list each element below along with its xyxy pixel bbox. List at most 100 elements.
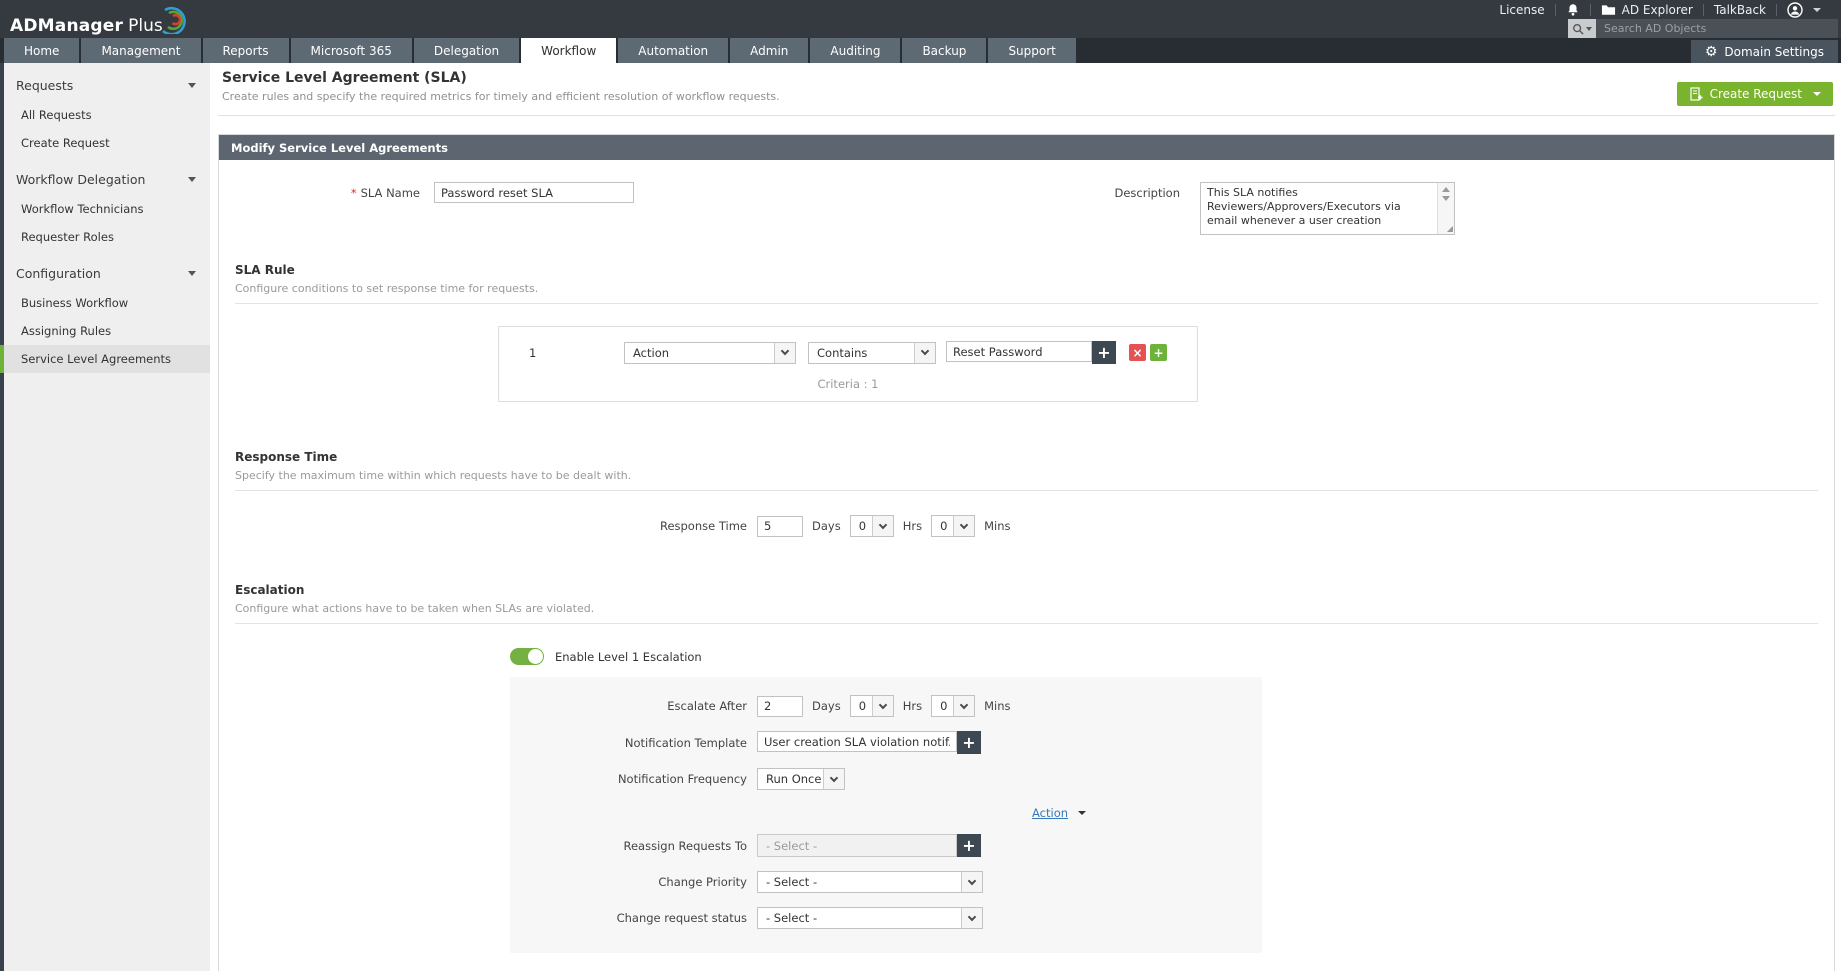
create-request-label: Create Request	[1709, 87, 1802, 101]
response-time-label: Response Time	[659, 519, 747, 533]
criteria-value-picker-button[interactable]: +	[1092, 341, 1116, 364]
description-group: Description This SLA notifies Reviewers/…	[1110, 182, 1455, 235]
escalate-hrs-select[interactable]: 0	[849, 695, 894, 717]
change-priority-select[interactable]: - Select -	[757, 871, 983, 893]
gear-icon: ⚙	[1704, 43, 1718, 60]
sidebar-item-requester-roles[interactable]: Requester Roles	[0, 223, 210, 251]
sidebar-item-service-level-agreements[interactable]: Service Level Agreements	[0, 345, 210, 373]
days-unit-label: Days	[812, 699, 841, 713]
document-plus-icon	[1689, 87, 1703, 101]
sidebar-group-requests[interactable]: Requests	[0, 63, 210, 101]
change-priority-value: - Select -	[766, 875, 818, 889]
response-mins-select[interactable]: 0	[931, 515, 976, 537]
criteria-value-input[interactable]	[946, 341, 1092, 362]
chevron-down-icon	[1078, 811, 1087, 815]
level1-escalation-row: Enable Level 1 Escalation	[510, 648, 1818, 665]
page-subtitle: Create rules and specify the required me…	[222, 90, 780, 103]
ad-explorer-label: AD Explorer	[1621, 2, 1693, 17]
reassign-select[interactable]: - Select -	[757, 834, 957, 857]
sla-name-group: * SLA Name	[340, 182, 634, 203]
license-label: License	[1499, 2, 1545, 17]
notification-frequency-row: Notification Frequency Run Once	[510, 768, 1262, 790]
tab-admin[interactable]: Admin	[730, 38, 809, 63]
talkback-link[interactable]: TalkBack	[1704, 3, 1776, 17]
change-status-label: Change request status	[616, 911, 747, 925]
required-marker: *	[350, 185, 357, 200]
response-hrs-select[interactable]: 0	[849, 515, 894, 537]
mins-unit-label: Mins	[984, 519, 1011, 533]
user-icon	[1787, 1, 1803, 18]
reassign-group: - Select - +	[757, 834, 981, 857]
search-input[interactable]	[1596, 19, 1838, 38]
talkback-label: TalkBack	[1713, 2, 1766, 17]
logo-swoosh-icon	[161, 6, 186, 34]
add-criteria-button[interactable]: +	[1150, 344, 1167, 361]
scroll-up-icon[interactable]	[1442, 187, 1450, 192]
create-request-button[interactable]: Create Request	[1676, 82, 1833, 106]
notification-template-label: Notification Template	[624, 735, 747, 750]
license-link[interactable]: License	[1489, 3, 1554, 17]
escalate-mins-select[interactable]: 0	[931, 695, 976, 717]
notification-frequency-select[interactable]: Run Once	[757, 768, 845, 790]
tab-support[interactable]: Support	[988, 38, 1076, 63]
criteria-field-select[interactable]: Action	[624, 341, 796, 364]
pick-technician-button[interactable]: +	[957, 834, 981, 857]
criteria-row: 1 Action Contains +	[499, 341, 1197, 364]
sla-name-input[interactable]	[434, 182, 634, 203]
criteria-condition-select[interactable]: Contains	[808, 341, 936, 364]
panel-body: *SLA Name Description This SLA notifies …	[219, 182, 1834, 971]
action-link[interactable]: Action	[1032, 806, 1068, 820]
sidebar-item-business-workflow[interactable]: Business Workflow	[0, 289, 210, 317]
sidebar-item-assigning-rules[interactable]: Assigning Rules	[0, 317, 210, 345]
scroll-down-icon[interactable]	[1442, 196, 1450, 201]
domain-settings-button[interactable]: ⚙ Domain Settings	[1690, 40, 1838, 63]
tab-home[interactable]: Home	[4, 38, 80, 63]
main-content: Service Level Agreement (SLA) Create rul…	[210, 63, 1841, 971]
description-label: Description	[1114, 186, 1181, 200]
add-notification-template-button[interactable]: +	[957, 731, 981, 754]
sidebar-group-workflow-delegation[interactable]: Workflow Delegation	[0, 157, 210, 195]
topbar-links: License AD Explorer TalkBack	[1489, 0, 1831, 19]
tab-management[interactable]: Management	[81, 38, 201, 63]
resize-handle-icon[interactable]: ◢	[1447, 224, 1453, 233]
response-mins-value: 0	[940, 519, 948, 533]
tab-reports[interactable]: Reports	[202, 38, 289, 63]
escalate-hrs-value: 0	[858, 699, 867, 713]
notifications-button[interactable]	[1556, 2, 1590, 17]
criteria-row-number: 1	[529, 345, 537, 360]
escalate-days-input[interactable]	[757, 695, 803, 717]
tab-auditing[interactable]: Auditing	[810, 38, 901, 63]
sidebar-group-configuration[interactable]: Configuration	[0, 251, 210, 289]
level1-escalation-toggle[interactable]	[510, 648, 544, 665]
tab-delegation[interactable]: Delegation	[413, 38, 520, 63]
notification-template-input[interactable]	[757, 731, 957, 752]
folder-icon	[1601, 4, 1615, 15]
search-button[interactable]	[1568, 19, 1596, 38]
ad-explorer-link[interactable]: AD Explorer	[1591, 3, 1703, 17]
response-time-subtitle: Specify the maximum time within which re…	[235, 469, 632, 482]
sidebar-item-create-request[interactable]: Create Request	[0, 129, 210, 157]
chevron-down-icon	[953, 516, 975, 536]
sla-rule-section: SLA Rule Configure conditions to set res…	[235, 263, 1818, 402]
tab-automation[interactable]: Automation	[618, 38, 729, 63]
notification-frequency-label: Notification Frequency	[617, 772, 747, 786]
delete-criteria-button[interactable]: ×	[1129, 344, 1146, 361]
sla-name-row: *SLA Name Description This SLA notifies …	[235, 182, 1818, 235]
escalate-after-controls: Days 0 Hrs 0 Mins	[757, 695, 1010, 717]
domain-settings-label: Domain Settings	[1724, 44, 1824, 59]
tab-microsoft-365[interactable]: Microsoft 365	[290, 38, 412, 63]
group-label: Configuration	[16, 266, 101, 281]
chevron-down-icon	[1586, 26, 1592, 31]
chevron-down-icon	[871, 516, 893, 536]
description-textarea[interactable]: This SLA notifies Reviewers/Approvers/Ex…	[1200, 182, 1455, 235]
response-days-input[interactable]	[757, 515, 803, 537]
group-label: Workflow Delegation	[16, 172, 146, 187]
change-status-select[interactable]: - Select -	[757, 907, 983, 929]
sidebar-item-all-requests[interactable]: All Requests	[0, 101, 210, 129]
user-menu[interactable]	[1777, 1, 1831, 18]
description-text: This SLA notifies Reviewers/Approvers/Ex…	[1207, 186, 1401, 227]
tab-workflow[interactable]: Workflow	[521, 38, 617, 63]
sidebar-item-workflow-technicians[interactable]: Workflow Technicians	[0, 195, 210, 223]
textarea-scrollbar[interactable]: ◢	[1437, 183, 1454, 234]
tab-backup[interactable]: Backup	[902, 38, 987, 63]
